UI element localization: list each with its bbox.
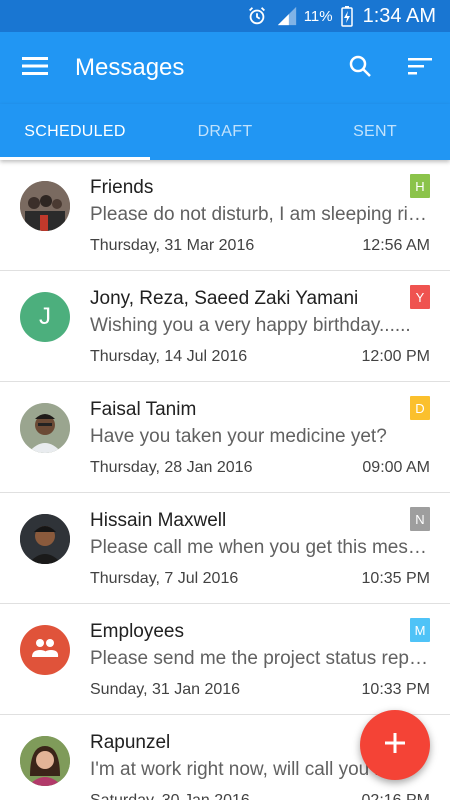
message-time: 02:16 PM xyxy=(362,792,430,800)
app-bar: Messages xyxy=(0,32,450,104)
search-icon xyxy=(348,54,372,83)
contact-name: Rapunzel xyxy=(90,732,171,753)
status-bar: 11% 1:34 AM xyxy=(0,0,450,32)
avatar xyxy=(20,514,70,564)
group-icon xyxy=(31,638,59,663)
sim-badge: M xyxy=(410,618,430,642)
message-preview: Please do not disturb, I am sleeping rig… xyxy=(90,204,430,225)
avatar xyxy=(20,181,70,231)
contact-name: Hissain Maxwell xyxy=(90,510,227,531)
contact-name: Faisal Tanim xyxy=(90,399,197,420)
message-date: Thursday, 7 Jul 2016 xyxy=(90,570,239,587)
tab-bar: SCHEDULED DRAFT SENT xyxy=(0,104,450,160)
avatar xyxy=(20,403,70,453)
contact-name: Jony, Reza, Saeed Zaki Yamani xyxy=(90,288,359,309)
tab-scheduled[interactable]: SCHEDULED xyxy=(0,104,150,160)
list-item[interactable]: Friends Please do not disturb, I am slee… xyxy=(0,160,450,271)
menu-button[interactable] xyxy=(0,32,70,104)
message-preview: Wishing you a very happy birthday...... xyxy=(90,315,411,336)
message-preview: Have you taken your medicine yet? xyxy=(90,426,387,447)
avatar: J xyxy=(20,292,70,342)
message-date: Thursday, 28 Jan 2016 xyxy=(90,459,253,476)
message-time: 10:35 PM xyxy=(361,570,430,587)
menu-icon xyxy=(22,56,48,81)
message-date: Thursday, 14 Jul 2016 xyxy=(90,348,248,365)
message-preview: Please call me when you get this message xyxy=(90,537,430,558)
avatar xyxy=(20,625,70,675)
message-time: 12:00 PM xyxy=(361,348,430,365)
avatar xyxy=(20,736,70,786)
sim-badge: N xyxy=(410,507,430,531)
sim-badge: D xyxy=(410,396,430,420)
battery-charging-icon xyxy=(340,5,353,27)
sim-badge: H xyxy=(410,174,430,198)
message-time: 12:56 AM xyxy=(362,237,430,254)
list-item[interactable]: J Jony, Reza, Saeed Zaki Yamani Wishing … xyxy=(0,271,450,382)
list-item[interactable]: Faisal Tanim Have you taken your medicin… xyxy=(0,382,450,493)
sort-button[interactable] xyxy=(390,32,450,104)
battery-percent: 11% xyxy=(303,7,333,25)
search-button[interactable] xyxy=(330,32,390,104)
message-date: Sunday, 31 Jan 2016 xyxy=(90,681,241,698)
message-preview: Please send me the project status report xyxy=(90,648,430,669)
message-time: 09:00 AM xyxy=(362,459,430,476)
message-date: Thursday, 31 Mar 2016 xyxy=(90,237,255,254)
list-item[interactable]: Employees Please send me the project sta… xyxy=(0,604,450,715)
contact-name: Friends xyxy=(90,177,154,198)
message-date: Saturday, 30 Jan 2016 xyxy=(90,792,250,800)
signal-icon xyxy=(276,5,298,27)
avatar-letter: J xyxy=(39,303,51,330)
sim-badge: Y xyxy=(410,285,430,309)
tab-sent[interactable]: SENT xyxy=(300,104,450,160)
page-title: Messages xyxy=(75,54,185,81)
list-item[interactable]: Hissain Maxwell Please call me when you … xyxy=(0,493,450,604)
tab-draft[interactable]: DRAFT xyxy=(150,104,300,160)
compose-button[interactable] xyxy=(360,710,430,780)
sort-icon xyxy=(408,57,432,80)
plus-icon xyxy=(384,732,406,759)
contact-name: Employees xyxy=(90,621,184,642)
message-list: Friends Please do not disturb, I am slee… xyxy=(0,160,450,800)
message-time: 10:33 PM xyxy=(361,681,430,698)
alarm-icon xyxy=(246,5,268,27)
status-time: 1:34 AM xyxy=(362,4,436,27)
